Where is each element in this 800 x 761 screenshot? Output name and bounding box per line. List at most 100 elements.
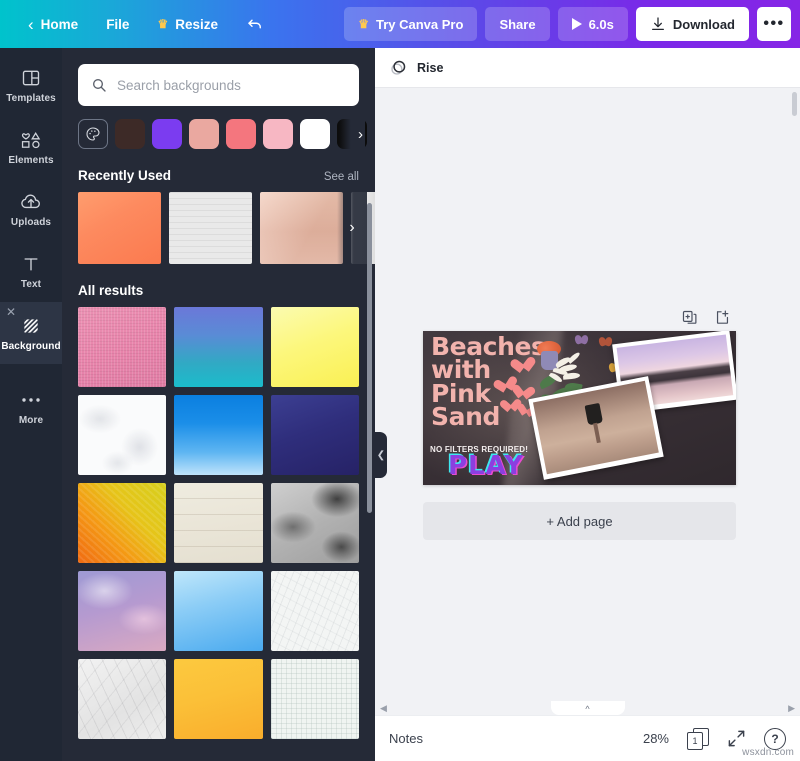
result-thumb-crumpled-paper[interactable]	[78, 659, 166, 739]
upload-cloud-icon	[20, 191, 42, 213]
heart-decor	[510, 358, 529, 376]
recent-thumb-white-brick[interactable]	[169, 192, 252, 264]
recent-thumb-peach-paper[interactable]	[260, 192, 343, 264]
top-toolbar-left: ‹ Home File ♛ Resize	[14, 7, 278, 41]
result-thumb-light-blue-gradient[interactable]	[174, 571, 262, 651]
sidebar-label-uploads: Uploads	[11, 217, 51, 228]
more-options-button[interactable]: •••	[757, 7, 791, 41]
color-picker-button[interactable]	[78, 119, 108, 149]
crown-icon: ♛	[157, 18, 168, 30]
sidebar-label-more: More	[19, 415, 43, 426]
download-arrow-icon	[650, 16, 666, 32]
expand-diagonal-icon	[727, 729, 746, 748]
left-rail: Templates Elements	[0, 48, 62, 761]
undo-arrow-icon	[246, 15, 264, 33]
resize-label: Resize	[175, 17, 218, 32]
try-pro-label: Try Canva Pro	[376, 17, 463, 32]
home-label: Home	[41, 17, 79, 32]
result-thumb-yellow-paper[interactable]	[271, 307, 359, 387]
sidebar-item-elements[interactable]: Elements	[0, 116, 62, 178]
sidebar-label-text: Text	[21, 279, 41, 290]
canvas-horizontal-scrollbar[interactable]: ◀ ^ ▶	[375, 701, 800, 715]
result-thumb-blue-teal-gradient[interactable]	[174, 307, 262, 387]
bottom-bar: Notes 28% 1 ?	[375, 715, 800, 761]
search-input[interactable]	[117, 78, 346, 93]
animation-name: Rise	[417, 61, 443, 75]
result-thumb-dark-navy-gradient[interactable]	[271, 395, 359, 475]
panel-scrollbar[interactable]	[367, 203, 372, 513]
file-label: File	[106, 17, 129, 32]
all-results-title: All results	[78, 283, 143, 298]
crown-icon: ♛	[358, 18, 369, 30]
add-page-icon[interactable]	[714, 309, 731, 326]
result-thumb-gray-marble[interactable]	[271, 483, 359, 563]
undo-button[interactable]	[232, 7, 278, 41]
notes-button[interactable]: Notes	[389, 731, 423, 746]
preview-play-button[interactable]: 6.0s	[558, 7, 628, 41]
result-thumb-pink-fabric[interactable]	[78, 307, 166, 387]
home-button[interactable]: ‹ Home	[14, 7, 92, 41]
download-label: Download	[673, 17, 735, 32]
play-triangle-icon	[572, 18, 582, 30]
design-page-1[interactable]: Beaches with Pink Sand	[423, 331, 736, 485]
expand-button[interactable]	[727, 729, 746, 748]
sidebar-item-more[interactable]: More	[0, 376, 62, 438]
sidebar-label-templates: Templates	[6, 93, 56, 104]
result-thumb-white-marble[interactable]	[78, 395, 166, 475]
sidebar-item-templates[interactable]: Templates	[0, 54, 62, 116]
more-dots-icon	[21, 389, 41, 411]
rise-circle-icon	[389, 58, 408, 77]
try-canva-pro-button[interactable]: ♛ Try Canva Pro	[344, 7, 477, 41]
sidebar-item-uploads[interactable]: Uploads	[0, 178, 62, 240]
page-number: 1	[687, 732, 703, 750]
file-menu-button[interactable]: File	[92, 7, 143, 41]
templates-grid-icon	[21, 67, 41, 89]
editor-pane: Rise	[375, 48, 800, 761]
top-toolbar: ‹ Home File ♛ Resize ♛ Try Canva Pro	[0, 0, 800, 48]
swatch-salmon[interactable]	[189, 119, 219, 149]
animation-toolbar: Rise	[375, 48, 800, 88]
sidebar-item-text[interactable]: Text	[0, 240, 62, 302]
result-thumb-blue-sky-gradient[interactable]	[174, 395, 262, 475]
result-thumb-white-crinkle[interactable]	[271, 571, 359, 651]
swatch-dark-brown[interactable]	[115, 119, 145, 149]
all-results-header: All results	[78, 283, 359, 298]
duplicate-page-icon[interactable]	[681, 309, 698, 326]
design-cta-play: PLAY	[448, 453, 524, 479]
chevron-left-icon: ❮	[377, 450, 385, 461]
download-button[interactable]: Download	[636, 7, 749, 41]
close-x-icon[interactable]: ✕	[6, 306, 16, 318]
swatch-next-button[interactable]: ›	[339, 119, 365, 149]
share-button[interactable]: Share	[485, 7, 549, 41]
color-swatch-row: ›	[78, 119, 359, 149]
swatch-white[interactable]	[300, 119, 330, 149]
swatch-coral[interactable]	[226, 119, 256, 149]
recent-thumb-orange-gradient[interactable]	[78, 192, 161, 264]
add-page-button[interactable]: + Add page	[423, 502, 736, 540]
zoom-level[interactable]: 28%	[643, 731, 669, 746]
canvas-area: Beaches with Pink Sand	[375, 88, 800, 701]
swatch-pink[interactable]	[263, 119, 293, 149]
notes-collapse-tab[interactable]: ^	[551, 701, 625, 715]
recently-used-next-button[interactable]: ›	[337, 192, 367, 264]
photo-image	[533, 381, 659, 474]
search-bar[interactable]	[78, 64, 359, 106]
elements-shapes-icon	[20, 129, 42, 151]
canvas-vertical-scrollbar[interactable]	[792, 92, 797, 116]
panel-collapse-handle[interactable]: ❮	[375, 432, 387, 478]
add-page-label: + Add page	[546, 514, 612, 529]
result-thumb-orange-yellow-paint[interactable]	[78, 483, 166, 563]
walker-figure	[585, 403, 607, 443]
swatch-purple[interactable]	[152, 119, 182, 149]
page-count-button[interactable]: 1	[687, 728, 709, 750]
result-thumb-purple-clouds[interactable]	[78, 571, 166, 651]
result-thumb-grid-paper[interactable]	[271, 659, 359, 739]
result-thumb-cream-wood[interactable]	[174, 483, 262, 563]
scroll-right-arrow[interactable]: ▶	[788, 703, 795, 714]
scroll-left-arrow[interactable]: ◀	[380, 703, 387, 714]
recently-used-see-all[interactable]: See all	[324, 171, 359, 183]
sidebar-item-background[interactable]: ✕ Background	[0, 302, 62, 364]
result-thumb-yellow-orange-gradient[interactable]	[174, 659, 262, 739]
resize-button[interactable]: ♛ Resize	[143, 7, 232, 41]
canva-editor-window: ‹ Home File ♛ Resize ♛ Try Canva Pro	[0, 0, 800, 761]
